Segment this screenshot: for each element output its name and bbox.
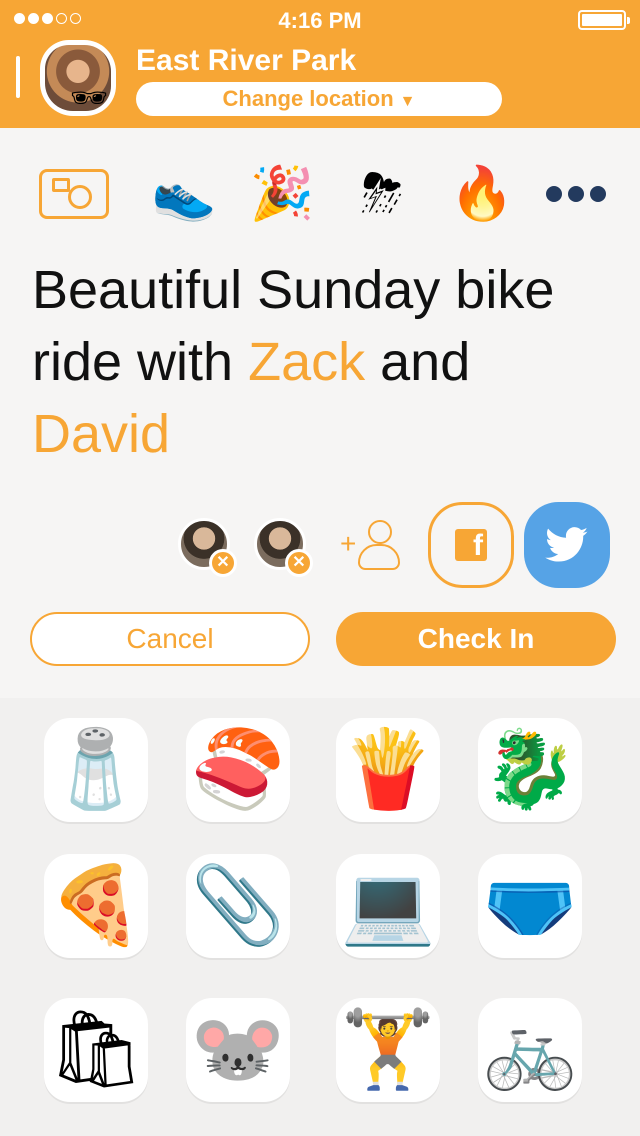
facebook-icon: f bbox=[455, 529, 487, 562]
app-header: 4:16 PM 🕶 East River Park Change locatio… bbox=[0, 0, 640, 128]
mention-zack[interactable]: Zack bbox=[248, 332, 365, 392]
twitter-bird-icon bbox=[545, 527, 588, 562]
more-dot bbox=[590, 186, 606, 202]
bicycle-sticker[interactable]: 🚲 bbox=[478, 998, 582, 1102]
storm-cloud-icon: ⛈ bbox=[361, 165, 403, 223]
message-text: and bbox=[365, 332, 471, 392]
status-time: 4:16 PM bbox=[278, 8, 362, 33]
dragon-sticker[interactable]: 🐉 bbox=[478, 718, 582, 822]
sushi-roll-sticker[interactable]: 🍣 bbox=[186, 718, 290, 822]
sticker-grid: 🧂 🍣 🍟 🐉 🍕 📎 💻 🩲 🛍 🐭 🏋 🚲 bbox=[0, 698, 640, 1136]
checkin-message[interactable]: Beautiful Sunday bike ride with Zack and… bbox=[32, 254, 612, 470]
sneaker-icon: 👟 bbox=[151, 165, 217, 223]
location-name: East River Park bbox=[136, 44, 357, 77]
plus-icon: + bbox=[340, 528, 357, 559]
more-dot bbox=[546, 186, 562, 202]
remove-friend-button[interactable]: ✕ bbox=[209, 549, 237, 577]
more-dot bbox=[568, 186, 584, 202]
pizza-slice-sticker[interactable]: 🍕 bbox=[44, 854, 148, 958]
fries-sticker[interactable]: 🍟 bbox=[336, 718, 440, 822]
angry-fire-icon: 🔥 bbox=[449, 165, 515, 223]
person-icon bbox=[368, 520, 392, 544]
underwear-sticker[interactable]: 🩲 bbox=[478, 854, 582, 958]
camera-icon bbox=[39, 169, 109, 219]
facebook-share-button[interactable]: f bbox=[428, 502, 514, 588]
mention-david[interactable]: David bbox=[32, 404, 170, 464]
shopping-bag-sticker[interactable]: 🛍 bbox=[44, 998, 148, 1102]
party-hat-button[interactable]: 🎉 bbox=[246, 158, 318, 230]
person-icon-body bbox=[358, 544, 400, 570]
caret-down-icon: ▼ bbox=[399, 93, 416, 110]
change-location-label: Change location bbox=[222, 86, 394, 111]
twitter-share-button[interactable] bbox=[524, 502, 610, 588]
sneaker-button[interactable]: 👟 bbox=[148, 158, 220, 230]
menu-handle-icon[interactable] bbox=[16, 56, 20, 98]
tagged-friend-avatar: ✕ bbox=[178, 518, 237, 577]
add-friend-button[interactable]: + bbox=[340, 514, 406, 576]
remove-friend-button[interactable]: ✕ bbox=[285, 549, 313, 577]
stapler-sticker[interactable]: 📎 bbox=[186, 854, 290, 958]
angry-fire-button[interactable]: 🔥 bbox=[446, 158, 518, 230]
laptop-sticker[interactable]: 💻 bbox=[336, 854, 440, 958]
camera-button[interactable] bbox=[38, 158, 110, 230]
weightlifting-mouse-sticker[interactable]: 🐭 bbox=[186, 998, 290, 1102]
change-location-button[interactable]: Change location ▼ bbox=[136, 82, 502, 116]
tagged-friend-avatar: ✕ bbox=[254, 518, 313, 577]
status-bar: 4:16 PM bbox=[0, 0, 640, 40]
dumbbell-sticker[interactable]: 🏋 bbox=[336, 998, 440, 1102]
check-in-button[interactable]: Check In bbox=[336, 612, 616, 666]
more-button[interactable] bbox=[540, 158, 612, 230]
cancel-button[interactable]: Cancel bbox=[30, 612, 310, 666]
salt-shaker-sticker[interactable]: 🧂 bbox=[44, 718, 148, 822]
storm-cloud-button[interactable]: ⛈ bbox=[346, 158, 418, 230]
battery-icon bbox=[578, 10, 630, 30]
party-hat-icon: 🎉 bbox=[249, 165, 315, 223]
category-row: 👟 🎉 ⛈ 🔥 bbox=[0, 158, 640, 230]
sunglasses-icon: 🕶 bbox=[70, 82, 109, 115]
